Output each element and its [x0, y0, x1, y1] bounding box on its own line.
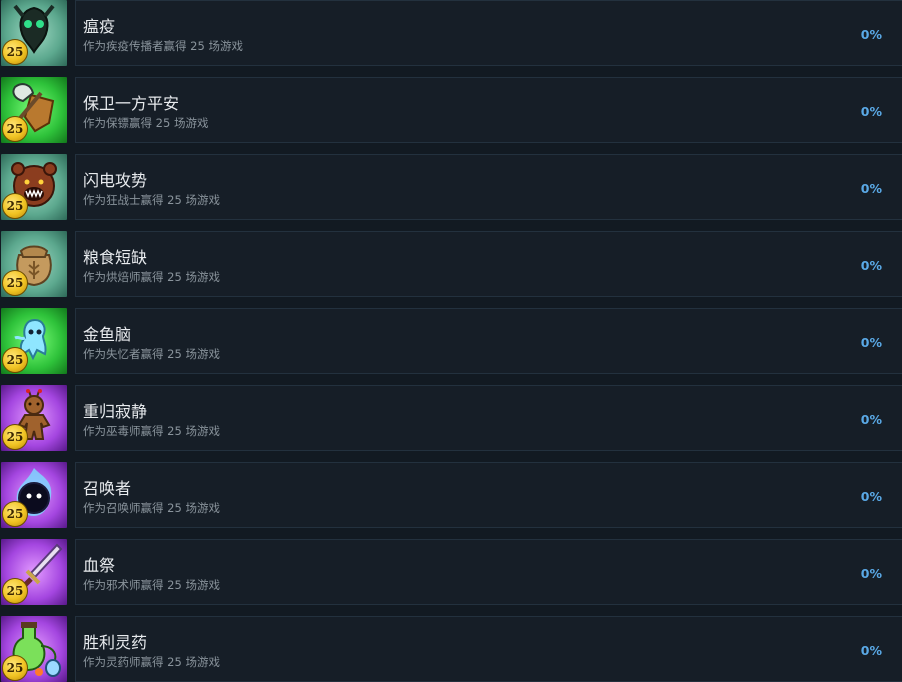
achievement-title: 召唤者	[83, 479, 132, 498]
achievement-badge: 25	[1, 154, 67, 220]
achievement-badge: 25	[1, 0, 67, 66]
coin-badge: 25	[2, 270, 28, 296]
achievement-badge: 25	[1, 539, 67, 605]
achievement-description: 作为疾疫传播者赢得 25 场游戏	[83, 39, 243, 53]
achievement-percent: 0%	[860, 335, 882, 350]
achievement-panel: 血祭 作为邪术师赢得 25 场游戏 0%	[75, 539, 902, 605]
achievement-description: 作为保镖赢得 25 场游戏	[83, 116, 209, 130]
achievement-row[interactable]: 25 粮食短缺 作为烘焙师赢得 25 场游戏 0%	[0, 231, 902, 297]
coin-badge: 25	[2, 501, 28, 527]
achievement-description: 作为巫毒师赢得 25 场游戏	[83, 424, 220, 438]
achievement-percent: 0%	[860, 181, 882, 196]
coin-badge: 25	[2, 578, 28, 604]
achievement-percent: 0%	[860, 489, 882, 504]
coin-badge: 25	[2, 193, 28, 219]
achievement-percent: 0%	[860, 412, 882, 427]
achievement-description: 作为失忆者赢得 25 场游戏	[83, 347, 220, 361]
achievement-description: 作为灵药师赢得 25 场游戏	[83, 655, 220, 669]
achievement-panel: 重归寂静 作为巫毒师赢得 25 场游戏 0%	[75, 385, 902, 451]
achievement-percent: 0%	[860, 258, 882, 273]
coin-badge: 25	[2, 116, 28, 142]
achievement-row[interactable]: 25 保卫一方平安 作为保镖赢得 25 场游戏 0%	[0, 77, 902, 143]
achievement-title: 保卫一方平安	[83, 94, 180, 113]
coin-badge: 25	[2, 347, 28, 373]
achievement-description: 作为狂战士赢得 25 场游戏	[83, 193, 220, 207]
achievement-row[interactable]: 25 闪电攻势 作为狂战士赢得 25 场游戏 0%	[0, 154, 902, 220]
coin-badge: 25	[2, 424, 28, 450]
achievement-badge: 25	[1, 385, 67, 451]
coin-badge: 25	[2, 655, 28, 681]
achievement-description: 作为召唤师赢得 25 场游戏	[83, 501, 220, 515]
achievement-badge: 25	[1, 462, 67, 528]
achievement-badge: 25	[1, 308, 67, 374]
achievement-percent: 0%	[860, 643, 882, 658]
achievement-panel: 瘟疫 作为疾疫传播者赢得 25 场游戏 0%	[75, 0, 902, 66]
achievement-title: 血祭	[83, 556, 116, 575]
achievement-percent: 0%	[860, 104, 882, 119]
achievement-percent: 0%	[860, 27, 882, 42]
achievement-panel: 保卫一方平安 作为保镖赢得 25 场游戏 0%	[75, 77, 902, 143]
achievement-description: 作为烘焙师赢得 25 场游戏	[83, 270, 220, 284]
achievement-panel: 粮食短缺 作为烘焙师赢得 25 场游戏 0%	[75, 231, 902, 297]
achievement-badge: 25	[1, 77, 67, 143]
achievement-panel: 胜利灵药 作为灵药师赢得 25 场游戏 0%	[75, 616, 902, 682]
achievement-title: 重归寂静	[83, 402, 148, 421]
achievement-title: 瘟疫	[83, 17, 116, 36]
achievement-panel: 召唤者 作为召唤师赢得 25 场游戏 0%	[75, 462, 902, 528]
achievement-row[interactable]: 25 召唤者 作为召唤师赢得 25 场游戏 0%	[0, 462, 902, 528]
achievement-title: 金鱼脑	[83, 325, 132, 344]
achievement-badge: 25	[1, 616, 67, 682]
achievement-title: 闪电攻势	[83, 171, 148, 190]
achievement-description: 作为邪术师赢得 25 场游戏	[83, 578, 220, 592]
achievement-row[interactable]: 25 胜利灵药 作为灵药师赢得 25 场游戏 0%	[0, 616, 902, 682]
achievement-row[interactable]: 25 金鱼脑 作为失忆者赢得 25 场游戏 0%	[0, 308, 902, 374]
coin-badge: 25	[2, 39, 28, 65]
achievement-row[interactable]: 25 瘟疫 作为疾疫传播者赢得 25 场游戏 0%	[0, 0, 902, 66]
achievement-title: 粮食短缺	[83, 248, 148, 267]
achievement-percent: 0%	[860, 566, 882, 581]
achievement-row[interactable]: 25 重归寂静 作为巫毒师赢得 25 场游戏 0%	[0, 385, 902, 451]
achievement-badge: 25	[1, 231, 67, 297]
achievement-panel: 闪电攻势 作为狂战士赢得 25 场游戏 0%	[75, 154, 902, 220]
achievement-row[interactable]: 25 血祭 作为邪术师赢得 25 场游戏 0%	[0, 539, 902, 605]
achievement-title: 胜利灵药	[83, 633, 148, 652]
achievement-panel: 金鱼脑 作为失忆者赢得 25 场游戏 0%	[75, 308, 902, 374]
